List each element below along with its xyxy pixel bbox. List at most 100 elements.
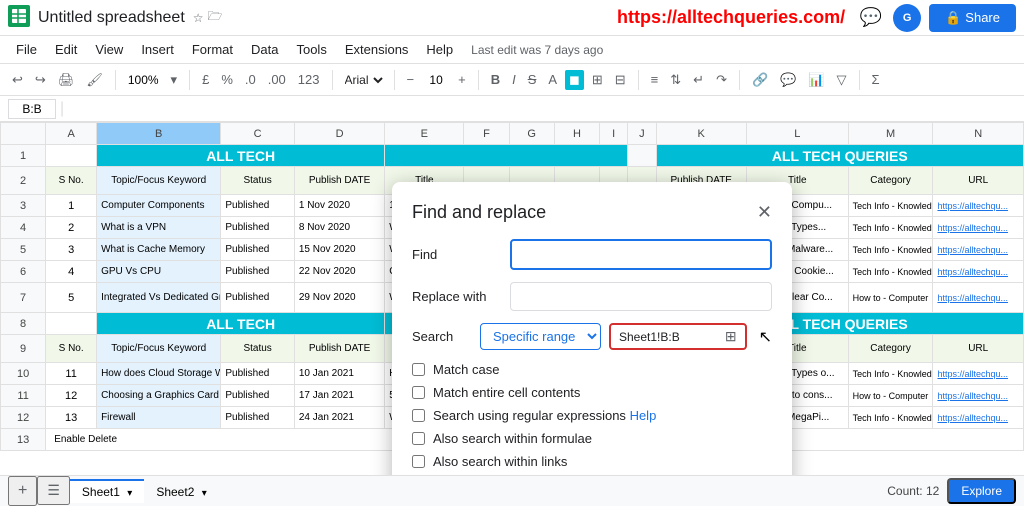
find-label: Find: [412, 247, 502, 262]
currency-button[interactable]: £: [198, 70, 213, 89]
chart-button[interactable]: 📊: [804, 70, 828, 90]
replace-input[interactable]: [510, 282, 772, 311]
help-link[interactable]: Help: [630, 408, 657, 423]
find-replace-dialog: Find and replace ✕ Find Replace with Sea…: [392, 182, 792, 475]
match-case-label: Match case: [433, 362, 499, 377]
replace-row: Replace with: [412, 282, 772, 311]
doc-title[interactable]: Untitled spreadsheet: [38, 9, 185, 27]
separator4: [394, 70, 395, 90]
print-button[interactable]: 🖨: [54, 70, 79, 90]
paint-format-button[interactable]: 🖌: [82, 70, 107, 90]
separator5: [478, 70, 479, 90]
search-label: Search: [412, 329, 472, 344]
count-info: Count: 12: [887, 484, 939, 498]
wrap-button[interactable]: ↵: [689, 70, 708, 90]
comment-button[interactable]: 💬: [776, 70, 800, 90]
toolbar: ↩ ↪ 🖨 🖌 100% ▾ £ % .0 .00 123 Arial − + …: [0, 64, 1024, 96]
find-row: Find: [412, 239, 772, 270]
separator3: [332, 70, 333, 90]
zoom-level[interactable]: 100%: [124, 71, 163, 89]
search-select[interactable]: Specific range All sheets This sheet: [480, 323, 601, 350]
strikethrough-button[interactable]: S: [524, 70, 541, 89]
links-label: Also search within links: [433, 454, 567, 469]
comment-icon[interactable]: 💬: [857, 4, 885, 32]
last-edit: Last edit was 7 days ago: [471, 43, 603, 57]
undo-button[interactable]: ↩: [8, 70, 27, 90]
valign-button[interactable]: ⇅: [666, 70, 685, 90]
menu-format[interactable]: Format: [184, 40, 241, 59]
menu-view[interactable]: View: [87, 40, 131, 59]
align-button[interactable]: ≡: [647, 70, 663, 89]
filter-button[interactable]: ▽: [833, 70, 851, 90]
menu-bar: File Edit View Insert Format Data Tools …: [0, 36, 1024, 64]
links-checkbox[interactable]: [412, 455, 425, 468]
font-size-input[interactable]: [422, 73, 450, 87]
font-decrease[interactable]: −: [403, 70, 419, 89]
formulae-label: Also search within formulae: [433, 431, 592, 446]
function-button[interactable]: Σ: [868, 70, 884, 89]
regex-row: Search using regular expressions Help: [412, 408, 772, 423]
link-button[interactable]: 🔗: [748, 70, 772, 90]
tab-sheet1-label: Sheet1: [82, 485, 120, 499]
menu-edit[interactable]: Edit: [47, 40, 85, 59]
italic-button[interactable]: I: [508, 70, 520, 89]
dialog-close-button[interactable]: ✕: [757, 202, 772, 223]
separator7: [739, 70, 740, 90]
top-right-actions: 💬 G 🔒 Share: [857, 4, 1016, 32]
star-icon[interactable]: ☆: [193, 11, 204, 25]
sheet-options-button[interactable]: ☰: [37, 476, 70, 505]
watermark: https://alltechqueries.com/: [617, 7, 845, 28]
format-number[interactable]: 123: [294, 70, 324, 89]
formula-input[interactable]: [68, 102, 1016, 116]
share-button[interactable]: 🔒 Share: [929, 4, 1016, 32]
share-icon: 🔒: [945, 10, 961, 26]
dialog-title-text: Find and replace: [412, 202, 546, 223]
formula-separator: |: [60, 100, 64, 118]
zoom-dropdown[interactable]: ▾: [167, 70, 182, 90]
avatar[interactable]: G: [893, 4, 921, 32]
borders-button[interactable]: ⊞: [588, 70, 607, 90]
text-color-button[interactable]: A: [544, 70, 561, 89]
regex-checkbox[interactable]: [412, 409, 425, 422]
match-case-row: Match case: [412, 362, 772, 377]
menu-tools[interactable]: Tools: [288, 40, 334, 59]
search-row: Search Specific range All sheets This sh…: [412, 323, 772, 350]
explore-button[interactable]: Explore: [947, 478, 1016, 504]
font-select[interactable]: Arial: [341, 72, 386, 88]
menu-file[interactable]: File: [8, 40, 45, 59]
add-sheet-button[interactable]: +: [8, 476, 37, 506]
menu-extensions[interactable]: Extensions: [337, 40, 417, 59]
decrease-decimal[interactable]: .0: [241, 70, 260, 89]
separator8: [859, 70, 860, 90]
links-row: Also search within links: [412, 454, 772, 469]
cell-ref-box[interactable]: B:B: [8, 99, 56, 119]
tab-sheet2-dropdown[interactable]: ▾: [202, 488, 207, 499]
bold-button[interactable]: B: [487, 70, 504, 89]
match-entire-checkbox[interactable]: [412, 386, 425, 399]
increase-decimal[interactable]: .00: [264, 70, 290, 89]
rotate-button[interactable]: ↷: [712, 70, 731, 90]
folder-icon[interactable]: 🗁: [208, 7, 223, 28]
percent-button[interactable]: %: [217, 70, 237, 89]
replace-label: Replace with: [412, 289, 502, 304]
tab-sheet1-dropdown[interactable]: ▾: [127, 488, 132, 499]
find-input[interactable]: [510, 239, 772, 270]
menu-insert[interactable]: Insert: [133, 40, 182, 59]
menu-help[interactable]: Help: [418, 40, 461, 59]
dialog-overlay: Find and replace ✕ Find Replace with Sea…: [0, 122, 1024, 475]
fill-color-button[interactable]: ◼: [565, 70, 584, 90]
grid-select-icon[interactable]: ⊞: [725, 328, 737, 345]
menu-data[interactable]: Data: [243, 40, 286, 59]
formula-bar: B:B |: [0, 96, 1024, 122]
dialog-header: Find and replace ✕: [412, 202, 772, 223]
tab-sheet1[interactable]: Sheet1 ▾: [70, 479, 144, 503]
tab-sheet2[interactable]: Sheet2 ▾: [144, 479, 218, 503]
merge-button[interactable]: ⊟: [611, 70, 630, 90]
separator6: [638, 70, 639, 90]
match-case-checkbox[interactable]: [412, 363, 425, 376]
range-value: Sheet1!B:B: [619, 330, 680, 344]
formulae-checkbox[interactable]: [412, 432, 425, 445]
font-increase[interactable]: +: [454, 70, 470, 89]
tab-bar: + ☰ Sheet1 ▾ Sheet2 ▾ Count: 12 Explore: [0, 475, 1024, 505]
redo-button[interactable]: ↪: [31, 70, 50, 90]
